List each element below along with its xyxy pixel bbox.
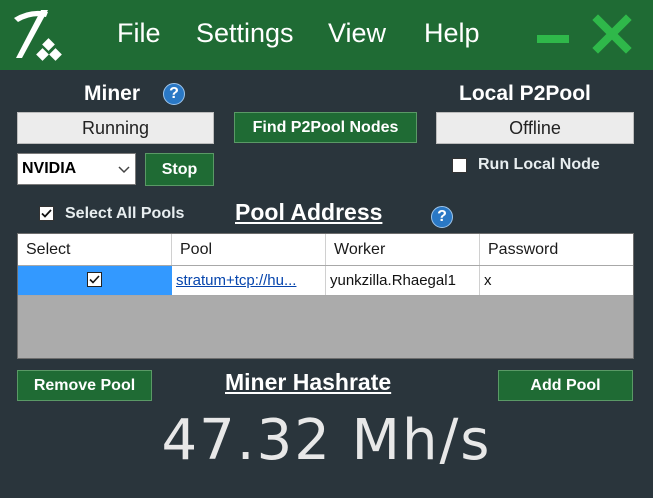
pool-url-link[interactable]: stratum+tcp://hu...: [176, 272, 296, 289]
miner-hashrate-title: Miner Hashrate: [225, 369, 392, 395]
remove-pool-button[interactable]: Remove Pool: [17, 370, 152, 401]
hashrate-value: 47.32 Mh/s: [161, 408, 492, 473]
miner-help-icon[interactable]: ?: [163, 83, 185, 105]
device-select[interactable]: NVIDIA: [17, 153, 136, 185]
close-icon[interactable]: [592, 14, 632, 54]
chevron-down-icon: [117, 160, 131, 178]
select-all-pools-label: Select All Pools: [65, 205, 185, 222]
miner-title: Miner: [84, 82, 141, 105]
local-p2pool-title: Local P2Pool: [459, 82, 591, 105]
pool-table-header: Select Pool Worker Password: [18, 234, 633, 266]
menu-file[interactable]: File: [117, 18, 161, 49]
row-worker-cell[interactable]: yunkzilla.Rhaegal1: [326, 266, 480, 295]
title-bar: File Settings View Help: [0, 0, 653, 70]
table-row[interactable]: stratum+tcp://hu... yunkzilla.Rhaegal1 x: [18, 266, 633, 296]
minimize-icon[interactable]: [533, 14, 573, 54]
row-select-cell[interactable]: [18, 266, 172, 295]
p2pool-status: Offline: [436, 112, 634, 144]
pool-help-icon[interactable]: ?: [431, 206, 453, 228]
row-password-cell[interactable]: x: [480, 266, 633, 295]
miner-status: Running: [17, 112, 214, 144]
column-header-password[interactable]: Password: [480, 234, 633, 265]
menu-settings[interactable]: Settings: [196, 18, 294, 49]
menu-view[interactable]: View: [328, 18, 386, 49]
pool-table[interactable]: Select Pool Worker Password stratum+tcp:…: [17, 233, 634, 359]
run-local-node-label: Run Local Node: [478, 156, 600, 173]
pickaxe-icon: [8, 6, 68, 64]
column-header-pool[interactable]: Pool: [172, 234, 326, 265]
device-select-value: NVIDIA: [22, 160, 77, 177]
add-pool-button[interactable]: Add Pool: [498, 370, 633, 401]
menu-help[interactable]: Help: [424, 18, 480, 49]
run-local-node-checkbox[interactable]: [452, 158, 467, 173]
pool-address-heading: Pool Address: [235, 199, 383, 225]
column-header-worker[interactable]: Worker: [326, 234, 480, 265]
stop-button[interactable]: Stop: [145, 153, 214, 186]
find-p2pool-nodes-button[interactable]: Find P2Pool Nodes: [234, 112, 417, 143]
row-select-checkbox[interactable]: [87, 272, 102, 287]
column-header-select[interactable]: Select: [18, 234, 172, 265]
row-pool-cell[interactable]: stratum+tcp://hu...: [172, 266, 326, 295]
select-all-pools-checkbox[interactable]: [39, 206, 54, 221]
